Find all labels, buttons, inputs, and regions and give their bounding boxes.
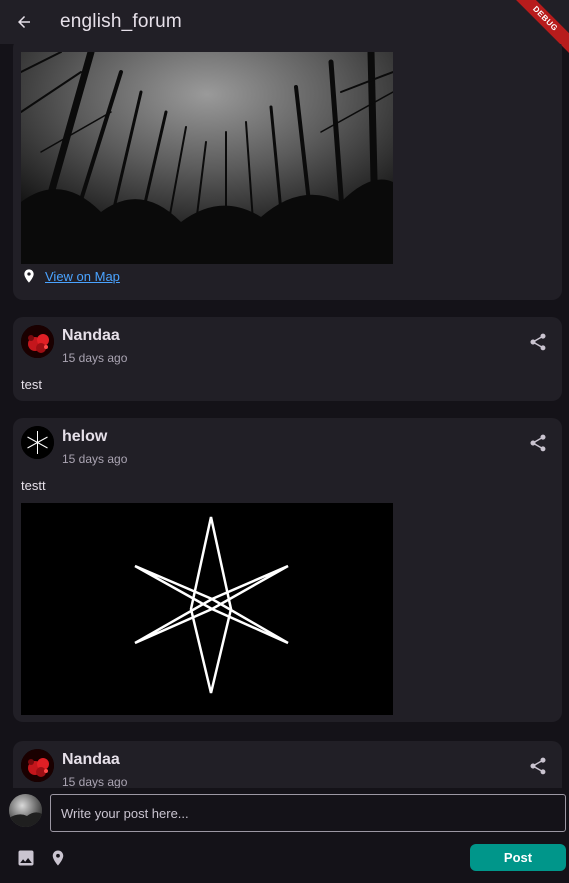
avatar[interactable] [21, 749, 54, 782]
post-text: testt [21, 478, 46, 493]
share-button[interactable] [528, 332, 548, 352]
location-pin-icon [52, 850, 64, 866]
arrow-left-icon [18, 16, 30, 28]
post-card: helow 15 days ago testt [13, 418, 562, 722]
author-name[interactable]: Nandaa [62, 327, 120, 345]
post-button[interactable]: Post [470, 844, 566, 871]
share-icon [530, 757, 546, 775]
post-card: Nandaa 15 days ago [13, 741, 562, 788]
share-button[interactable] [528, 433, 548, 453]
share-icon [530, 434, 546, 452]
back-button[interactable] [0, 0, 48, 44]
avatar[interactable] [21, 426, 54, 459]
post-time: 15 days ago [62, 452, 128, 466]
post-time: 15 days ago [62, 775, 128, 788]
post-time: 15 days ago [62, 351, 128, 365]
user-avatar[interactable] [9, 794, 42, 827]
avatar[interactable] [21, 325, 54, 358]
view-on-map-link[interactable]: View on Map [45, 269, 120, 284]
post-card: View on Map [13, 44, 562, 300]
page-title: english_forum [60, 11, 182, 32]
location-pin-icon [24, 269, 34, 283]
share-button[interactable] [528, 756, 548, 776]
post-header: Nandaa 15 days ago [13, 317, 562, 375]
attach-image-button[interactable] [16, 848, 36, 868]
app-bar: english_forum DEBUG [0, 0, 569, 57]
author-name[interactable]: Nandaa [62, 751, 120, 769]
author-name[interactable]: helow [62, 428, 107, 446]
image-icon [18, 850, 34, 866]
forest-photo [21, 52, 393, 264]
share-icon [530, 333, 546, 351]
post-card: Nandaa 15 days ago test [13, 317, 562, 401]
composer-bar: Post [0, 788, 569, 883]
post-text: test [21, 377, 42, 392]
star-image [21, 503, 393, 715]
attach-location-button[interactable] [49, 848, 69, 868]
post-image[interactable] [21, 503, 393, 715]
post-feed[interactable]: View on Map Nandaa 15 days ago test helo… [0, 44, 569, 788]
post-header: helow 15 days ago [13, 418, 562, 476]
location-row: View on Map [21, 267, 120, 285]
post-header: Nandaa 15 days ago [13, 741, 562, 788]
post-input[interactable] [50, 794, 566, 832]
post-image[interactable] [21, 52, 393, 264]
